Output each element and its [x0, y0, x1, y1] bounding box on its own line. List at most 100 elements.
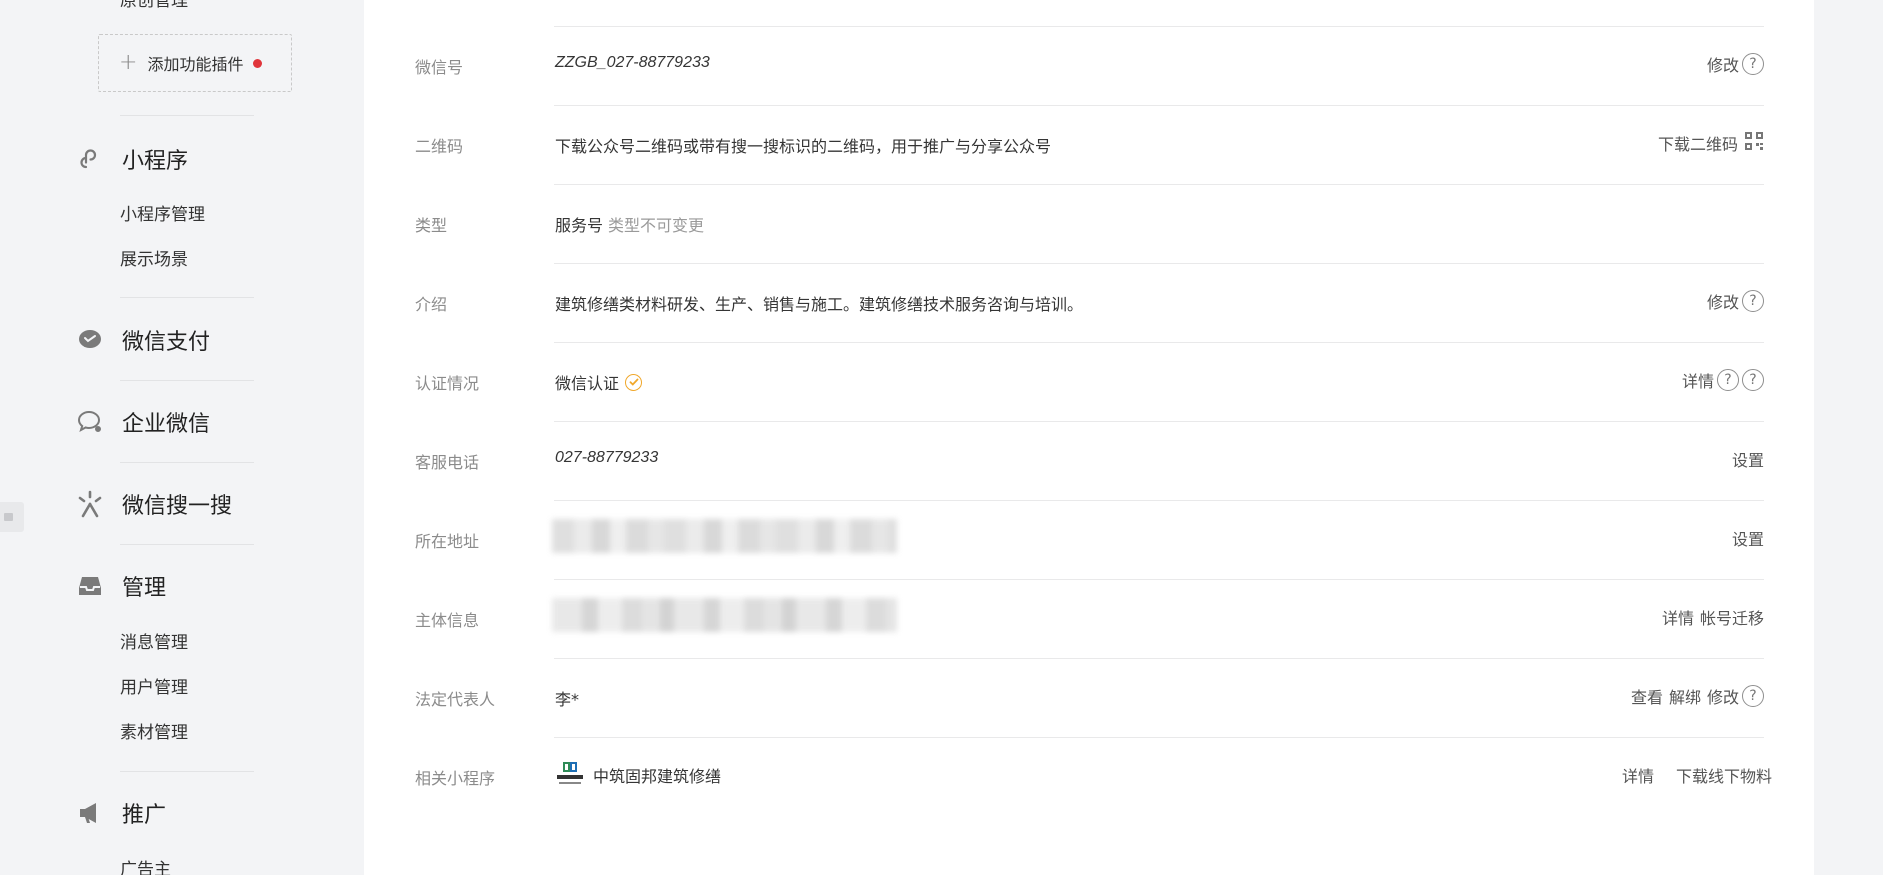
info-row-qrcode: 二维码 下载公众号二维码或带有搜一搜标识的二维码，用于推广与分享公众号 下载二维… — [364, 106, 1814, 185]
download-offline-materials-link[interactable]: 下载线下物料 — [1676, 763, 1772, 787]
plus-icon: + — [119, 50, 138, 75]
details-link[interactable]: 详情 — [1622, 763, 1654, 787]
sidebar-section-title: 推广 — [122, 803, 167, 828]
sidebar-section-title: 企业微信 — [122, 412, 211, 437]
miniprogram-name: 中筑固邦建筑修缮 — [593, 767, 722, 786]
sidebar-item-material-management[interactable]: 素材管理 — [120, 718, 188, 743]
redacted-address — [552, 519, 897, 553]
related-miniprogram-value[interactable]: 中筑固邦建筑修缮 — [555, 760, 721, 790]
sidebar-section-title: 微信搜一搜 — [122, 494, 233, 519]
unbind-link[interactable]: 解绑 — [1669, 684, 1701, 708]
type-note: 类型不可变更 — [608, 216, 705, 235]
qrcode-icon[interactable] — [1744, 131, 1764, 155]
details-link[interactable]: 详情 — [1682, 368, 1714, 392]
account-migration-link[interactable]: 帐号迁移 — [1700, 605, 1764, 629]
info-row-related-miniprogram: 相关小程序 中筑固邦建筑修缮 详情 下载线下物料 — [364, 738, 1814, 817]
info-row-legal-representative: 法定代表人 李* 查看 解绑 修改 ? — [364, 659, 1814, 738]
row-label: 类型 — [415, 216, 448, 235]
settings-link[interactable]: 设置 — [1732, 526, 1764, 550]
row-label: 介绍 — [415, 295, 448, 314]
row-label: 法定代表人 — [415, 690, 496, 709]
row-actions: 详情 下载线下物料 — [1622, 763, 1772, 787]
row-label: 客服电话 — [415, 453, 480, 472]
sidebar-divider — [120, 771, 254, 772]
sidebar-item-message-management[interactable]: 消息管理 — [120, 628, 188, 653]
help-icon[interactable]: ? — [1742, 369, 1764, 391]
type-value: 服务号 类型不可变更 — [555, 212, 704, 236]
inbox-icon — [76, 572, 104, 600]
view-link[interactable]: 查看 — [1631, 684, 1663, 708]
row-actions: 详情 ? ? — [1682, 368, 1764, 392]
wechat-id-value: ZZGB_027-88779233 — [555, 54, 710, 71]
download-qrcode-link[interactable]: 下载二维码 — [1658, 131, 1738, 155]
row-label: 所在地址 — [415, 532, 480, 551]
sidebar-divider — [120, 115, 254, 116]
wechat-pay-icon — [76, 326, 104, 354]
miniprogram-logo-icon — [555, 760, 585, 790]
notification-dot — [253, 58, 263, 68]
info-row — [364, 0, 1814, 27]
row-actions: 设置 — [1732, 447, 1764, 471]
verification-text: 微信认证 — [555, 374, 620, 393]
sidebar-section-wechat-pay[interactable]: 微信支付 — [76, 324, 210, 356]
sidebar-item-user-management[interactable]: 用户管理 — [120, 673, 188, 698]
info-row-service-phone: 客服电话 027-88779233 设置 — [364, 422, 1814, 501]
row-label: 认证情况 — [415, 374, 480, 393]
sidebar: 原创管理 + 添加功能插件 小程序 小程序管理 展示场景 微信支付 企业微信 微… — [0, 0, 364, 875]
row-actions: 修改 ? — [1707, 289, 1764, 313]
sidebar-section-promotion[interactable]: 推广 — [76, 797, 166, 829]
row-actions: 设置 — [1732, 526, 1764, 550]
service-phone-value: 027-88779233 — [555, 449, 659, 466]
legal-representative-value: 李* — [555, 690, 580, 709]
sidebar-item-advertiser[interactable]: 广告主 — [120, 855, 171, 875]
sidebar-section-work-wechat[interactable]: 企业微信 — [76, 406, 210, 438]
info-row-type: 类型 服务号 类型不可变更 — [364, 185, 1814, 264]
edit-link[interactable]: 修改 — [1707, 684, 1739, 708]
row-actions: 修改 ? — [1707, 52, 1764, 76]
sidebar-divider — [120, 380, 254, 381]
redacted-entity-info — [552, 598, 897, 632]
add-plugin-label: 添加功能插件 — [147, 55, 244, 74]
row-label: 相关小程序 — [415, 769, 496, 788]
search-sparkle-icon — [76, 490, 104, 518]
collapse-tab[interactable] — [0, 502, 24, 532]
row-actions: 详情 帐号迁移 — [1662, 605, 1764, 629]
sidebar-section-title: 小程序 — [122, 149, 189, 174]
sidebar-section-title: 管理 — [122, 576, 167, 601]
info-row-wechat-id: 微信号 ZZGB_027-88779233 修改 ? — [364, 27, 1814, 106]
chat-bubble-icon — [76, 408, 104, 436]
qrcode-description: 下载公众号二维码或带有搜一搜标识的二维码，用于推广与分享公众号 — [555, 137, 1052, 156]
sidebar-section-management[interactable]: 管理 — [76, 570, 166, 602]
info-row-entity-info: 主体信息 详情 帐号迁移 — [364, 580, 1814, 659]
verified-check-icon — [625, 373, 643, 391]
row-label: 微信号 — [415, 58, 464, 77]
sidebar-divider — [120, 544, 254, 545]
sidebar-divider — [120, 462, 254, 463]
info-row-verification: 认证情况 微信认证 详情 ? ? — [364, 343, 1814, 422]
link-icon — [76, 145, 104, 173]
help-icon[interactable]: ? — [1742, 685, 1764, 707]
sidebar-section-title: 微信支付 — [122, 330, 211, 355]
verification-value: 微信认证 — [555, 370, 643, 394]
add-plugin-button[interactable]: + 添加功能插件 — [98, 34, 292, 92]
row-actions: 下载二维码 — [1658, 131, 1764, 155]
sidebar-item-display-scenes[interactable]: 展示场景 — [120, 245, 188, 270]
megaphone-icon — [76, 799, 104, 827]
help-icon[interactable]: ? — [1742, 53, 1764, 75]
edit-link[interactable]: 修改 — [1707, 289, 1739, 313]
account-info-panel: 微信号 ZZGB_027-88779233 修改 ? 二维码 下载公众号二维码或… — [364, 0, 1814, 875]
row-label: 主体信息 — [415, 611, 480, 630]
help-icon[interactable]: ? — [1742, 290, 1764, 312]
edit-link[interactable]: 修改 — [1707, 52, 1739, 76]
account-type: 服务号 — [555, 216, 604, 235]
sidebar-section-wechat-search[interactable]: 微信搜一搜 — [76, 488, 232, 520]
sidebar-section-miniprogram[interactable]: 小程序 — [76, 143, 188, 175]
sidebar-item-original-management[interactable]: 原创管理 — [120, 0, 188, 11]
details-link[interactable]: 详情 — [1662, 605, 1694, 629]
sidebar-divider — [120, 297, 254, 298]
row-actions: 查看 解绑 修改 ? — [1631, 684, 1764, 708]
settings-link[interactable]: 设置 — [1732, 447, 1764, 471]
help-icon[interactable]: ? — [1717, 369, 1739, 391]
info-row-introduction: 介绍 建筑修缮类材料研发、生产、销售与施工。建筑修缮技术服务咨询与培训。 修改 … — [364, 264, 1814, 343]
sidebar-item-miniprogram-management[interactable]: 小程序管理 — [120, 200, 205, 225]
